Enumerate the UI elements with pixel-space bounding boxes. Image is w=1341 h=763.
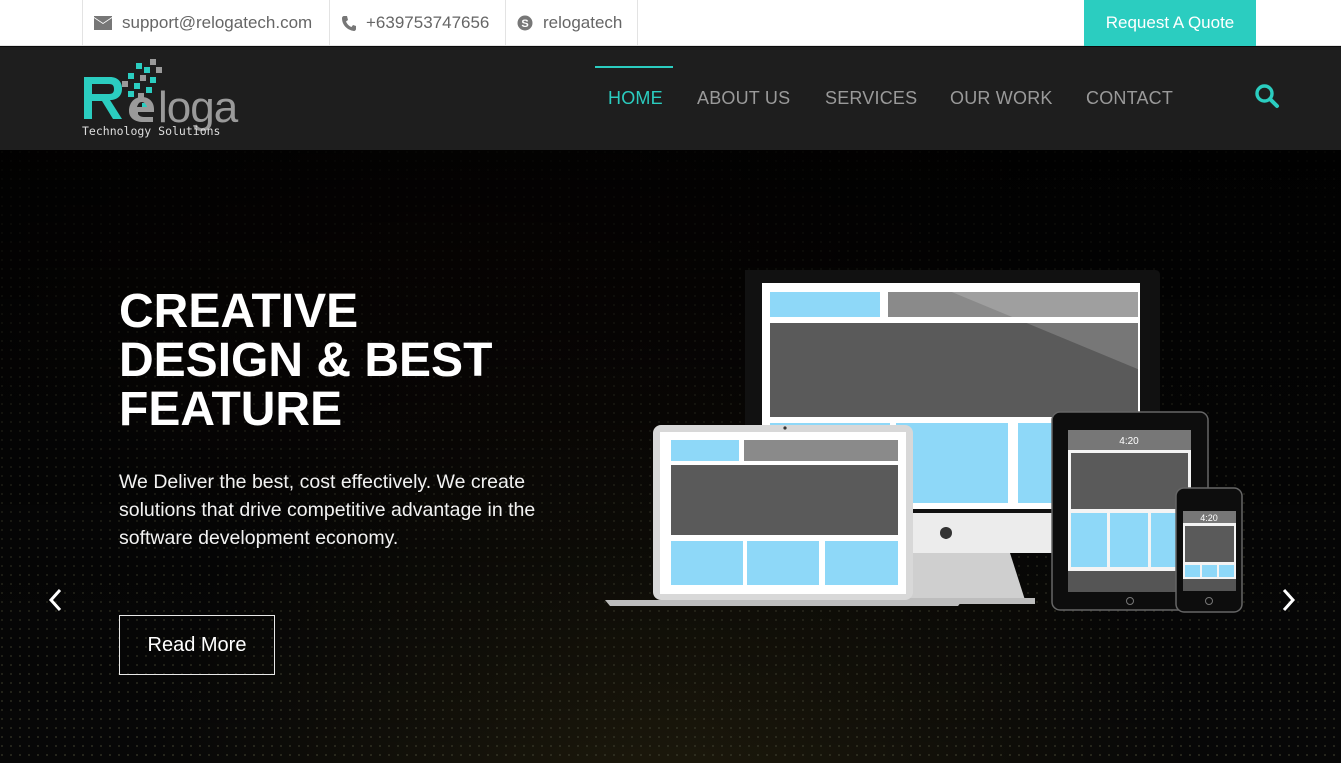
hero-title-line-1: CREATIVE — [119, 285, 359, 338]
tablet-time: 4:20 — [1119, 436, 1139, 447]
smartphone: 4:20 — [1175, 487, 1243, 613]
hero-description: We Deliver the best, cost effectively. W… — [119, 471, 536, 549]
phone-icon — [342, 15, 356, 31]
email-contact[interactable]: support@relogatech.com — [82, 0, 330, 46]
logo-pixels — [122, 59, 162, 115]
responsive-devices-illustration: 4:20 4:20 — [605, 270, 1243, 613]
hero-title-line-2: DESIGN & BEST — [119, 334, 493, 387]
nav-contact[interactable]: CONTACT — [1086, 88, 1173, 109]
request-quote-button[interactable]: Request A Quote — [1084, 0, 1256, 46]
main-navbar: loga Technology Solutions HOME ABOUT US … — [0, 47, 1341, 150]
nav-our-work[interactable]: OUR WORK — [950, 88, 1053, 109]
email-text: support@relogatech.com — [122, 13, 313, 32]
logo-tagline: Technology Solutions — [82, 124, 220, 138]
reloga-logo[interactable]: loga Technology Solutions — [82, 59, 297, 141]
hero-title: CREATIVE DESIGN & BEST FEATURE — [119, 287, 589, 434]
skype-contact[interactable]: S relogatech — [506, 0, 638, 46]
nav-services[interactable]: SERVICES — [825, 88, 917, 109]
phone-contact[interactable]: +639753747656 — [330, 0, 506, 46]
hero-slider: CREATIVE DESIGN & BEST FEATURE We Delive… — [0, 150, 1341, 763]
laptop — [605, 425, 963, 606]
nav-home[interactable]: HOME — [608, 88, 663, 109]
read-more-button[interactable]: Read More — [119, 615, 275, 675]
skype-icon: S — [517, 15, 533, 31]
chevron-left-icon[interactable] — [44, 585, 68, 615]
nav-active-indicator — [595, 66, 673, 68]
envelope-icon — [94, 16, 112, 30]
skype-text: relogatech — [543, 13, 623, 32]
phone-time: 4:20 — [1200, 513, 1218, 523]
chevron-right-icon[interactable] — [1276, 585, 1300, 615]
nav-about-us[interactable]: ABOUT US — [697, 88, 790, 109]
hero-title-line-3: FEATURE — [119, 383, 343, 436]
search-icon[interactable] — [1254, 83, 1280, 109]
top-contact-bar: support@relogatech.com +639753747656 S r… — [0, 0, 1341, 46]
svg-text:S: S — [521, 18, 528, 30]
phone-text: +639753747656 — [366, 13, 490, 32]
